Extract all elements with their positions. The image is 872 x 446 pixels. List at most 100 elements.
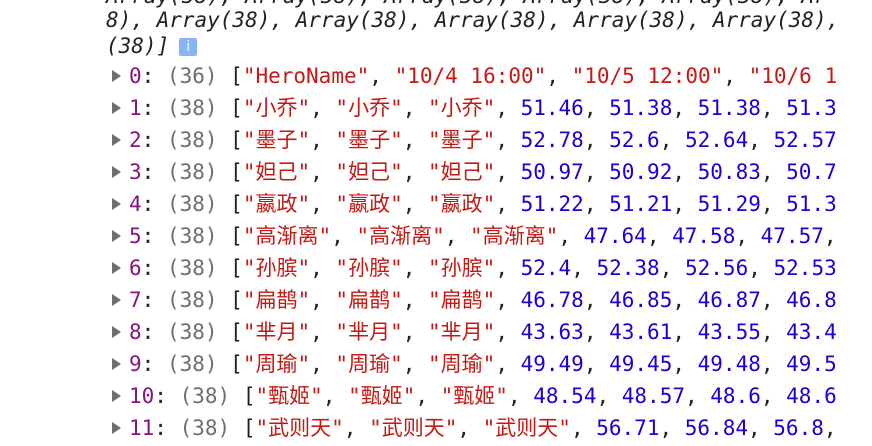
array-entry-row[interactable]: 6: (38) ["孙膑", "孙膑", "孙膑", 52.4, 52.38, … <box>0 252 837 284</box>
string-value: "周瑜" <box>335 352 403 376</box>
entry-length: (38) <box>166 128 218 152</box>
expand-triangle-icon[interactable] <box>112 294 121 306</box>
punctuation: , <box>760 160 787 184</box>
array-entry-row[interactable]: 4: (38) ["嬴政", "嬴政", "嬴政", 51.22, 51.21,… <box>0 188 837 220</box>
number-value: 47.57 <box>760 224 824 248</box>
expand-triangle-icon[interactable] <box>112 166 121 178</box>
string-value: "甄姬" <box>255 384 323 408</box>
expand-triangle-icon[interactable] <box>112 198 121 210</box>
punctuation: [ <box>217 160 243 184</box>
number-value: 49.49 <box>520 352 584 376</box>
array-entry-row[interactable]: 8: (38) ["芈月", "芈月", "芈月", 43.63, 43.61,… <box>0 316 837 348</box>
punctuation: , <box>495 128 521 152</box>
punctuation: , <box>495 352 521 376</box>
punctuation: : <box>141 192 167 216</box>
number-value: 49.45 <box>609 352 673 376</box>
punctuation: , <box>495 288 521 312</box>
punctuation: , <box>402 160 429 184</box>
string-value: "10/5 12:00" <box>571 64 724 88</box>
entry-index: 7 <box>129 288 142 312</box>
info-icon[interactable]: i <box>179 38 198 56</box>
punctuation: : <box>141 224 167 248</box>
array-summary-line-3: (38)] i <box>0 30 198 62</box>
array-entry-row[interactable]: 1: (38) ["小乔", "小乔", "小乔", 51.46, 51.38,… <box>0 92 837 124</box>
number-value: 46.8 <box>786 288 837 312</box>
punctuation: , <box>823 416 837 440</box>
punctuation: , <box>402 128 429 152</box>
number-value: 52.56 <box>685 256 749 280</box>
punctuation: , <box>583 352 610 376</box>
number-value: 49.48 <box>697 352 761 376</box>
punctuation: , <box>343 416 370 440</box>
punctuation: , <box>495 256 521 280</box>
expand-triangle-icon[interactable] <box>112 230 121 242</box>
string-value: "芈月" <box>242 320 311 344</box>
punctuation: , <box>659 416 685 440</box>
punctuation: , <box>723 64 749 88</box>
array-entry-row[interactable]: 5: (38) ["高渐离", "高渐离", "高渐离", 47.64, 47.… <box>0 220 837 252</box>
expand-triangle-icon[interactable] <box>112 70 121 82</box>
punctuation: [ <box>230 384 256 408</box>
number-value: 51.21 <box>609 192 673 216</box>
array-entry-row[interactable]: 10: (38) ["甄姬", "甄姬", "甄姬", 48.54, 48.57… <box>0 380 837 412</box>
number-value: 43.63 <box>520 320 584 344</box>
punctuation: , <box>331 224 357 248</box>
expand-triangle-icon[interactable] <box>112 390 121 402</box>
expand-triangle-icon[interactable] <box>112 358 121 370</box>
string-value: "孙膑" <box>242 256 311 280</box>
expand-triangle-icon[interactable] <box>112 262 121 274</box>
punctuation: , <box>748 128 774 152</box>
entry-index: 3 <box>129 160 142 184</box>
string-value: "扁鹊" <box>242 288 311 312</box>
number-value: 52.78 <box>520 128 584 152</box>
string-value: "甄姬" <box>440 384 508 408</box>
expand-triangle-icon[interactable] <box>112 326 121 338</box>
string-value: "妲己" <box>242 160 311 184</box>
punctuation: , <box>415 384 441 408</box>
number-value: 43.55 <box>697 320 761 344</box>
array-entry-row[interactable]: 9: (38) ["周瑜", "周瑜", "周瑜", 49.49, 49.45,… <box>0 348 837 380</box>
punctuation: , <box>402 320 429 344</box>
array-entry-row[interactable]: 11: (38) ["武则天", "武则天", "武则天", 56.71, 56… <box>0 412 837 444</box>
punctuation: , <box>369 64 395 88</box>
string-value: "武则天" <box>482 416 571 440</box>
string-value: "高渐离" <box>242 224 332 248</box>
punctuation: : <box>154 416 180 440</box>
punctuation: , <box>672 192 698 216</box>
expand-triangle-icon[interactable] <box>112 134 121 146</box>
expand-triangle-icon[interactable] <box>112 102 121 114</box>
punctuation: [ <box>217 224 243 248</box>
entry-length: (38) <box>166 256 218 280</box>
punctuation: , <box>402 256 429 280</box>
array-entry-row[interactable]: 2: (38) ["墨子", "墨子", "墨子", 52.78, 52.6, … <box>0 124 837 156</box>
entry-index: 8 <box>129 320 142 344</box>
string-value: "墨子" <box>242 128 311 152</box>
punctuation: , <box>310 352 336 376</box>
number-value: 51.38 <box>609 96 673 120</box>
string-value: "高渐离" <box>356 224 445 248</box>
number-value: 51.3 <box>786 192 837 216</box>
string-value: "10/4 16:00" <box>394 64 547 88</box>
punctuation: [ <box>230 416 256 440</box>
punctuation: , <box>760 384 787 408</box>
punctuation: [ <box>217 288 243 312</box>
punctuation: , <box>748 256 774 280</box>
punctuation: , <box>583 320 610 344</box>
punctuation: : <box>141 256 167 280</box>
expand-triangle-icon[interactable] <box>112 422 121 434</box>
punctuation: , <box>310 128 336 152</box>
punctuation: , <box>672 288 698 312</box>
number-value: 48.6 <box>710 384 761 408</box>
punctuation: , <box>310 192 336 216</box>
string-value: "嬴政" <box>335 192 403 216</box>
punctuation: , <box>310 256 336 280</box>
entry-length: (38) <box>166 288 218 312</box>
number-value: 51.22 <box>520 192 584 216</box>
array-entry-row[interactable]: 7: (38) ["扁鹊", "扁鹊", "扁鹊", 46.78, 46.85,… <box>0 284 837 316</box>
punctuation: : <box>141 128 167 152</box>
punctuation: , <box>310 160 336 184</box>
string-value: "嬴政" <box>428 192 496 216</box>
number-value: 50.97 <box>520 160 584 184</box>
array-entry-row[interactable]: 3: (38) ["妲己", "妲己", "妲己", 50.97, 50.92,… <box>0 156 837 188</box>
array-entry-row[interactable]: 0: (36) ["HeroName", "10/4 16:00", "10/5… <box>0 60 837 92</box>
